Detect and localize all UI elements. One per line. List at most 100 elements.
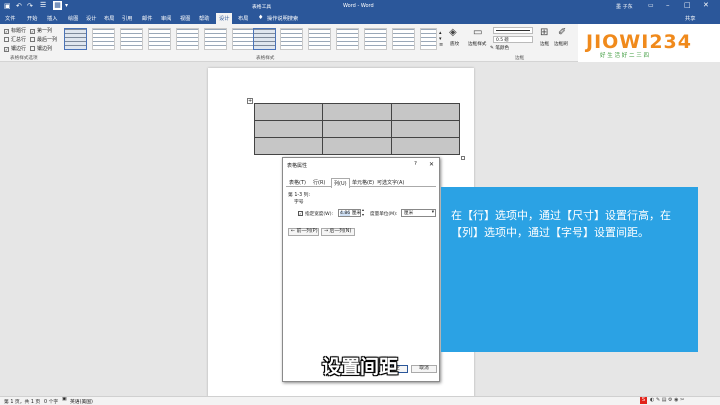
shading-icon[interactable]: ◈	[449, 27, 457, 38]
menu-review[interactable]: 审阅	[161, 15, 171, 22]
table-style-thumb[interactable]	[64, 28, 87, 50]
table-style-thumb[interactable]	[253, 28, 276, 50]
pen-weight-select[interactable]: 0.5 磅	[493, 36, 533, 43]
instruction-overlay: 在【行】选项中，通过【尺寸】设置行高，在【列】选项中，通过【字号】设置间距。	[441, 187, 698, 352]
table-cell[interactable]	[253, 120, 324, 138]
tab-row[interactable]: 行(R)	[311, 178, 327, 187]
table-icon[interactable]: ▦	[53, 1, 62, 10]
tab-table[interactable]: 表格(T)	[287, 178, 308, 187]
table-cell[interactable]	[322, 103, 392, 121]
dialog-close-button[interactable]: ✕	[429, 161, 434, 168]
table-style-thumb[interactable]	[120, 28, 143, 50]
dialog-help-button[interactable]: ?	[414, 161, 417, 167]
ribbon-options-icon[interactable]: ▭	[648, 2, 654, 9]
border-styles-button[interactable]: 边框样式	[468, 41, 486, 47]
save-icon[interactable]: ▣	[4, 2, 11, 10]
previous-column-button[interactable]: ← 前一列(P)	[288, 228, 319, 236]
table-cell[interactable]	[390, 137, 461, 155]
menu-table-layout[interactable]: 布局	[238, 15, 248, 22]
border-styles-icon[interactable]: ▭	[473, 27, 482, 38]
border-painter-icon[interactable]: ✐	[558, 27, 566, 38]
next-column-button[interactable]: → 后一列(N)	[321, 228, 355, 236]
maximize-icon[interactable]: □	[684, 1, 691, 9]
width-input[interactable]: 4.86 厘米	[338, 209, 361, 217]
page-count[interactable]: 第 1 页，共 1 页	[4, 398, 40, 405]
borders-button[interactable]: 边框	[540, 41, 549, 47]
status-bar: 第 1 页，共 1 页 0 个字 ▣ 英语(美国) S ◐ ✎ ▤ ⚙ ◉ ✂	[0, 396, 720, 405]
table-style-thumb[interactable]	[148, 28, 171, 50]
table-style-thumb[interactable]	[364, 28, 387, 50]
pen-color-button[interactable]: ✎ 笔颜色	[490, 45, 509, 51]
tab-column[interactable]: 列(U)	[331, 178, 350, 188]
customize-qat-icon[interactable]: ▾	[65, 2, 68, 9]
border-painter-button[interactable]: 边框刷	[554, 41, 568, 47]
table-cell[interactable]	[322, 120, 392, 138]
menu-help[interactable]: 帮助	[199, 15, 209, 22]
width-spinner-icon[interactable]: ▴ ▾	[362, 207, 364, 217]
pen-style-select[interactable]	[493, 27, 533, 34]
tell-me-search[interactable]: 操作说明搜索	[267, 15, 298, 22]
logo-text: JIOWI234	[584, 31, 692, 53]
menu-references[interactable]: 引用	[122, 15, 132, 22]
menu-layout[interactable]: 布局	[104, 15, 114, 22]
table-style-thumb[interactable]	[92, 28, 115, 50]
option-first-column[interactable]: ✓ 第一列	[30, 27, 52, 34]
styles-scroll-icon[interactable]: ▴ ▾ ≡	[439, 30, 443, 48]
title-bar: ▣ ↶ ↷ ☰ ▦ ▾ 表格工具 Word - Word 墨 子东 ▭ – □ …	[0, 0, 720, 13]
document-table[interactable]	[253, 103, 461, 155]
proofing-icon[interactable]: ▣	[62, 397, 67, 402]
close-window-icon[interactable]: ✕	[703, 1, 709, 9]
table-cell[interactable]	[253, 103, 324, 121]
table-style-thumb[interactable]	[280, 28, 303, 50]
tab-alt-text[interactable]: 可选文字(A)	[375, 178, 406, 187]
measure-in-value: 厘米	[404, 211, 414, 216]
table-move-handle-icon[interactable]: +	[247, 98, 253, 104]
shading-button[interactable]: 底纹	[450, 41, 459, 47]
language[interactable]: 英语(美国)	[70, 398, 93, 405]
width-unit: 厘米	[351, 211, 361, 216]
video-caption: 设置间距	[321, 356, 398, 378]
minimize-icon[interactable]: –	[666, 1, 670, 9]
menu-file[interactable]: 文件	[5, 15, 15, 22]
option-total-row[interactable]: 汇总行	[4, 36, 26, 43]
menu-mailings[interactable]: 邮件	[142, 15, 152, 22]
ime-icon[interactable]: S	[640, 397, 647, 404]
table-style-thumb[interactable]	[336, 28, 359, 50]
table-cell[interactable]	[322, 137, 392, 155]
option-banded-rows[interactable]: ✓ 镶边行	[4, 45, 26, 52]
table-row	[253, 120, 461, 138]
table-style-thumb[interactable]	[308, 28, 331, 50]
undo-icon[interactable]: ↶	[16, 2, 22, 10]
share-button[interactable]: 共享	[685, 15, 695, 22]
table-style-thumb[interactable]	[176, 28, 199, 50]
group-label-borders: 边框	[515, 56, 525, 61]
option-header-row[interactable]: ✓ 标题行	[4, 27, 26, 34]
table-style-thumb[interactable]	[392, 28, 415, 50]
redo-icon[interactable]: ↷	[27, 2, 33, 10]
menu-view[interactable]: 视图	[180, 15, 190, 22]
option-last-column[interactable]: 最后一列	[30, 36, 57, 43]
table-cell[interactable]	[390, 120, 461, 138]
menu-insert[interactable]: 插入	[47, 15, 57, 22]
menu-design[interactable]: 设计	[86, 15, 96, 22]
table-style-thumb[interactable]	[204, 28, 227, 50]
borders-icon[interactable]: ⊞	[540, 27, 548, 38]
tray-icons[interactable]: ◐ ✎ ▤ ⚙ ◉ ✂	[650, 397, 684, 403]
user-name[interactable]: 墨 子东	[616, 3, 633, 10]
menu-table-design[interactable]: 设计	[216, 13, 233, 24]
group-label-style-options: 表格样式选项	[10, 56, 38, 61]
touch-mode-icon[interactable]: ☰	[40, 1, 46, 9]
table-cell[interactable]	[390, 103, 461, 121]
option-banded-columns[interactable]: 镶边列	[30, 45, 52, 52]
table-cell[interactable]	[253, 137, 324, 155]
menu-draw[interactable]: 绘图	[68, 15, 78, 22]
specify-width-checkbox[interactable]: ✓	[298, 211, 303, 216]
menu-home[interactable]: 开始	[27, 15, 37, 22]
measure-in-select[interactable]: 厘米 ▾	[401, 209, 436, 217]
instruction-text: 在【行】选项中，通过【尺寸】设置行高，在【列】选项中，通过【字号】设置间距。	[451, 209, 671, 239]
table-style-thumb[interactable]	[420, 28, 437, 50]
table-resize-handle[interactable]	[461, 156, 465, 160]
tab-cell[interactable]: 单元格(E)	[350, 178, 376, 187]
word-count[interactable]: 0 个字	[44, 398, 58, 405]
table-style-thumb[interactable]	[232, 28, 255, 50]
